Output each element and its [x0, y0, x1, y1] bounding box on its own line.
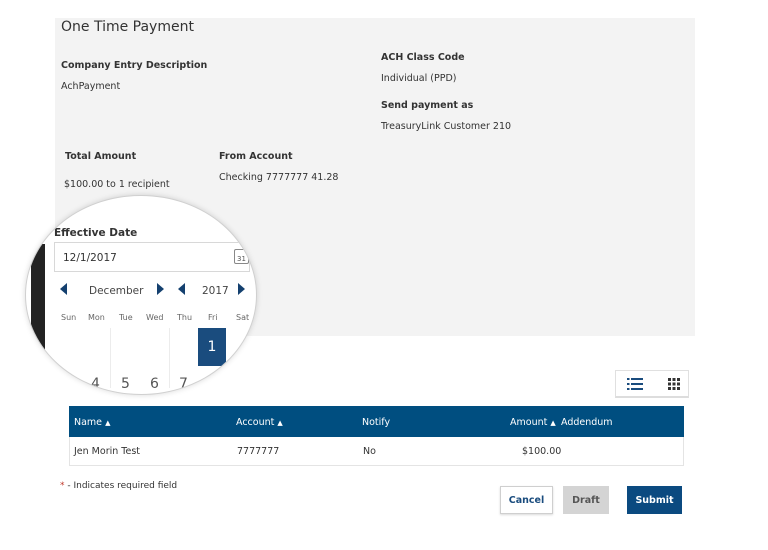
column-header-name[interactable]: Name ▲ — [74, 417, 110, 428]
submit-button[interactable]: Submit — [627, 486, 682, 514]
column-header-addendum[interactable]: Addendum — [561, 417, 613, 428]
weekday-mon: Mon — [88, 313, 105, 322]
column-header-account[interactable]: Account ▲ — [236, 417, 283, 428]
sort-asc-icon: ▲ — [105, 419, 111, 427]
company-entry-label: Company Entry Description — [61, 60, 208, 71]
weekday-wed: Wed — [146, 313, 164, 322]
sort-asc-icon: ▲ — [550, 419, 556, 427]
send-as-value: TreasuryLink Customer 210 — [381, 121, 512, 132]
cell-account: 7777777 — [237, 446, 280, 457]
column-header-amount-label: Amount — [510, 417, 548, 428]
column-header-amount[interactable]: Amount ▲ — [510, 417, 556, 428]
background-edge — [31, 244, 45, 354]
effective-date-value: 12/1/2017 — [63, 252, 117, 264]
cell-amount: $100.00 — [522, 446, 562, 457]
total-amount-value: $100.00 to 1 recipient — [64, 179, 170, 190]
draft-button[interactable]: Draft — [563, 486, 609, 514]
weekday-thu: Thu — [177, 313, 193, 322]
effective-date-label: Effective Date — [54, 227, 138, 239]
grid-view-icon[interactable] — [666, 377, 682, 391]
calendar-day[interactable]: 4 — [91, 376, 100, 392]
calendar-grid-line — [169, 328, 170, 388]
weekday-sun: Sun — [61, 313, 77, 322]
list-view-icon[interactable] — [627, 377, 643, 391]
calendar-day-selected[interactable]: 1 — [198, 328, 226, 366]
sort-asc-icon: ▲ — [277, 419, 283, 427]
page-title: One Time Payment — [61, 19, 194, 35]
ach-class-value: Individual (PPD) — [381, 73, 457, 84]
from-account-value: Checking 7777777 41.28 — [219, 172, 339, 183]
company-entry-value: AchPayment — [61, 81, 121, 92]
column-header-account-label: Account — [236, 417, 275, 428]
calendar-day[interactable]: 5 — [121, 376, 130, 392]
month-label: December — [89, 285, 144, 297]
calendar-icon[interactable]: 31 — [234, 249, 249, 264]
column-header-name-label: Name — [74, 417, 103, 428]
next-month-arrow-icon[interactable] — [157, 283, 164, 295]
cancel-button[interactable]: Cancel — [500, 486, 553, 514]
ach-class-label: ACH Class Code — [381, 52, 465, 63]
effective-date-magnifier: Effective Date 12/1/2017 31 December 201… — [25, 195, 257, 395]
from-account-label: From Account — [219, 151, 293, 162]
column-header-notify[interactable]: Notify — [362, 417, 390, 428]
next-year-arrow-icon[interactable] — [238, 283, 245, 295]
cell-notify: No — [363, 446, 376, 457]
view-toggle — [615, 370, 689, 398]
send-as-label: Send payment as — [381, 100, 474, 111]
calendar-day[interactable]: 6 — [150, 376, 159, 392]
total-amount-label: Total Amount — [65, 151, 137, 162]
table-header: Name ▲ Account ▲ Notify Amount ▲ Addendu… — [69, 406, 684, 437]
calendar-day[interactable]: 7 — [179, 376, 188, 392]
weekday-fri: Fri — [208, 313, 218, 322]
effective-date-input[interactable]: 12/1/2017 31 — [54, 242, 250, 272]
prev-month-arrow-icon[interactable] — [60, 283, 67, 295]
calendar-grid-line — [110, 328, 111, 388]
table-row[interactable]: Jen Morin Test 7777777 No $100.00 — [69, 437, 684, 466]
weekday-sat: Sat — [236, 313, 250, 322]
required-field-text: - Indicates required field — [64, 481, 178, 491]
year-label: 2017 — [202, 285, 229, 297]
cell-name: Jen Morin Test — [74, 446, 140, 457]
required-field-note: * - Indicates required field — [60, 481, 177, 491]
prev-year-arrow-icon[interactable] — [178, 283, 185, 295]
weekday-tue: Tue — [119, 313, 133, 322]
